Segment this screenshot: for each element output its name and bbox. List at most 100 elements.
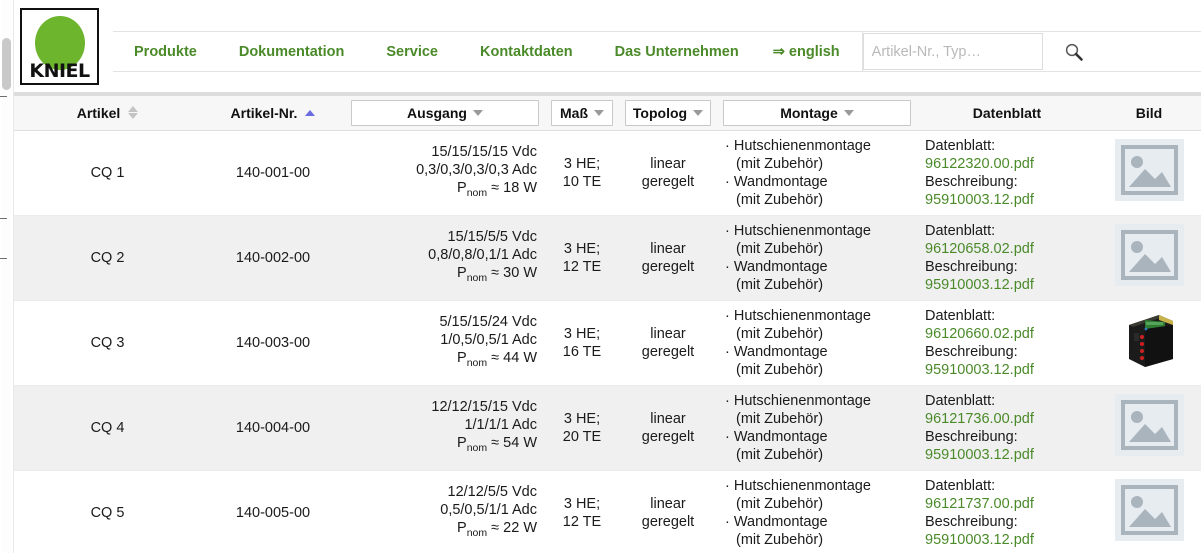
filter-label-mass: Maß bbox=[560, 104, 588, 121]
filter-label-ausgang: Ausgang bbox=[407, 104, 467, 121]
mass-line-1: 3 HE; bbox=[563, 240, 601, 257]
nav-item-dokumentation[interactable]: Dokumentation bbox=[239, 44, 345, 60]
montage-option-1-note: (mit Zubehör) bbox=[736, 410, 824, 427]
cell-mass: 3 HE; 12 TE bbox=[545, 470, 619, 553]
montage-option-2-note: (mit Zubehör) bbox=[736, 361, 824, 378]
beschreibung-pdf-link[interactable]: 95910003.12.pdf bbox=[925, 446, 1089, 464]
search-container bbox=[862, 33, 1043, 70]
scroll-marker bbox=[0, 218, 7, 219]
cell-topologie: linear geregelt bbox=[619, 130, 717, 216]
ausgang-power: Pnom ≈ 22 W bbox=[457, 520, 537, 539]
cell-topologie: linear geregelt bbox=[619, 300, 717, 386]
montage-option-1-note: (mit Zubehör) bbox=[736, 325, 824, 342]
ausgang-current: 0,3/0,3/0,3/0,3 Adc bbox=[416, 162, 537, 179]
column-header-artikel-nr[interactable]: Artikel-Nr. bbox=[201, 96, 345, 131]
search-input[interactable] bbox=[862, 33, 1043, 70]
nav-item-produkte[interactable]: Produkte bbox=[134, 44, 197, 60]
cell-montage: · Hutschienenmontage (mit Zubehör) · Wandm… bbox=[717, 470, 917, 553]
topologie-line-1: linear bbox=[650, 155, 686, 172]
montage-option-2-note: (mit Zubehör) bbox=[736, 276, 824, 293]
nav-item-service[interactable]: Service bbox=[386, 44, 438, 60]
filter-label-topologie: Topolog bbox=[632, 104, 688, 121]
filter-select-mass[interactable]: Maß bbox=[551, 99, 613, 126]
cell-ausgang: 15/15/15/15 Vdc 0,3/0,3/0,3/0,3 Adc Pnom ≈… bbox=[345, 130, 545, 216]
datenblatt-label: Datenblatt: bbox=[925, 137, 996, 154]
cell-bild[interactable] bbox=[1097, 215, 1201, 301]
datenblatt-label: Datenblatt: bbox=[925, 307, 996, 324]
cell-bild[interactable] bbox=[1097, 385, 1201, 471]
datenblatt-pdf-link[interactable]: 96120660.02.pdf bbox=[925, 325, 1089, 343]
chevron-down-icon bbox=[594, 109, 604, 116]
beschreibung-pdf-link[interactable]: 95910003.12.pdf bbox=[925, 191, 1089, 209]
nav-item-das-unternehmen[interactable]: Das Unternehmen bbox=[615, 44, 739, 60]
column-header-ausgang[interactable]: Ausgang bbox=[345, 96, 545, 131]
table-row: CQ 5 140-005-00 12/12/5/5 Vdc 0,5/0,5/1/1 A… bbox=[14, 470, 1201, 553]
column-header-topologie[interactable]: Topolog bbox=[619, 96, 717, 131]
datenblatt-pdf-link[interactable]: 96120658.02.pdf bbox=[925, 240, 1089, 258]
viewport-scrollbar[interactable] bbox=[0, 0, 14, 553]
sort-toggle-artikel-nr-icon[interactable] bbox=[305, 109, 316, 116]
ausgang-power: Pnom ≈ 54 W bbox=[457, 435, 537, 454]
datenblatt-pdf-link[interactable]: 96121737.00.pdf bbox=[925, 495, 1089, 513]
cell-montage: · Hutschienenmontage (mit Zubehör) · Wandm… bbox=[717, 215, 917, 301]
ausgang-voltage: 15/15/5/5 Vdc bbox=[447, 229, 538, 246]
ausgang-voltage: 12/12/5/5 Vdc bbox=[447, 484, 538, 501]
nav-language-english[interactable]: ⇒ english bbox=[773, 44, 840, 60]
datenblatt-pdf-link[interactable]: 96122320.00.pdf bbox=[925, 155, 1089, 173]
ausgang-power: Pnom ≈ 30 W bbox=[457, 265, 537, 284]
cell-ausgang: 15/15/5/5 Vdc 0,8/0,8/0,1/1 Adc Pnom ≈ 30 … bbox=[345, 215, 545, 301]
datenblatt-pdf-link[interactable]: 96121736.00.pdf bbox=[925, 410, 1089, 428]
table-row: CQ 1 140-001-00 15/15/15/15 Vdc 0,3/0,3/0,3… bbox=[14, 130, 1201, 216]
datenblatt-label: Datenblatt: bbox=[925, 222, 996, 239]
column-label-datenblatt: Datenblatt bbox=[972, 104, 1042, 121]
cell-datenblatt: Datenblatt: 96122320.00.pdf Beschreibung: 9… bbox=[917, 130, 1097, 216]
kniel-logo[interactable]: KNIEL bbox=[20, 8, 99, 85]
mass-line-1: 3 HE; bbox=[563, 325, 601, 342]
mass-line-2: 16 TE bbox=[562, 343, 602, 360]
beschreibung-label: Beschreibung: bbox=[925, 343, 1018, 360]
scrollbar-thumb[interactable] bbox=[2, 38, 11, 90]
beschreibung-pdf-link[interactable]: 95910003.12.pdf bbox=[925, 531, 1089, 549]
montage-option-2-note: (mit Zubehör) bbox=[736, 531, 824, 548]
cell-bild[interactable] bbox=[1097, 470, 1201, 553]
cell-bild[interactable] bbox=[1097, 300, 1201, 386]
column-header-mass[interactable]: Maß bbox=[545, 96, 619, 131]
sort-asc-icon bbox=[128, 106, 139, 113]
table-body: CQ 1 140-001-00 15/15/15/15 Vdc 0,3/0,3/0,3… bbox=[14, 130, 1201, 553]
filter-select-ausgang[interactable]: Ausgang bbox=[351, 99, 539, 126]
ausgang-power: Pnom ≈ 44 W bbox=[457, 350, 537, 369]
image-placeholder-icon bbox=[1114, 224, 1184, 286]
scroll-marker bbox=[0, 96, 7, 97]
filter-select-topologie[interactable]: Topolog bbox=[625, 99, 711, 126]
column-header-artikel[interactable]: Artikel bbox=[14, 96, 201, 131]
cell-artikel-nr-link[interactable]: 140-003-00 bbox=[201, 300, 345, 386]
cell-artikel-nr-link[interactable]: 140-004-00 bbox=[201, 385, 345, 471]
filter-select-montage[interactable]: Montage bbox=[723, 99, 911, 126]
sort-toggle-artikel-icon[interactable] bbox=[128, 106, 139, 120]
montage-option-2-note: (mit Zubehör) bbox=[736, 191, 824, 208]
mass-line-2: 20 TE bbox=[562, 428, 602, 445]
logo-wordmark: KNIEL bbox=[29, 60, 90, 82]
column-header-bild: Bild bbox=[1097, 96, 1201, 131]
nav-item-kontaktdaten[interactable]: Kontaktdaten bbox=[480, 44, 573, 60]
table-row: CQ 3 140-003-00 5/15/15/24 Vdc 1/0,5/0,5/1 … bbox=[14, 300, 1201, 386]
cell-bild[interactable] bbox=[1097, 130, 1201, 216]
product-table: Artikel Artikel-Nr. Ausgang Maß Topolog … bbox=[14, 96, 1201, 553]
cell-artikel-nr-link[interactable]: 140-002-00 bbox=[201, 215, 345, 301]
cell-artikel-nr-link[interactable]: 140-001-00 bbox=[201, 130, 345, 216]
montage-option-2: · Wandmontage bbox=[725, 343, 828, 360]
montage-option-2: · Wandmontage bbox=[725, 258, 828, 275]
beschreibung-pdf-link[interactable]: 95910003.12.pdf bbox=[925, 276, 1089, 294]
page-root: KNIEL Produkte Dokumentation Service Kon… bbox=[0, 0, 1201, 553]
cell-datenblatt: Datenblatt: 96120660.02.pdf Beschreibung: 9… bbox=[917, 300, 1097, 386]
beschreibung-pdf-link[interactable]: 95910003.12.pdf bbox=[925, 361, 1089, 379]
ausgang-voltage: 15/15/15/15 Vdc bbox=[431, 144, 537, 161]
cell-montage: · Hutschienenmontage (mit Zubehör) · Wandm… bbox=[717, 130, 917, 216]
montage-option-2: · Wandmontage bbox=[725, 428, 828, 445]
column-header-montage[interactable]: Montage bbox=[717, 96, 917, 131]
chevron-down-icon bbox=[472, 109, 483, 116]
montage-option-2: · Wandmontage bbox=[725, 513, 828, 530]
search-submit-button[interactable] bbox=[1061, 39, 1087, 65]
cell-artikel-nr-link[interactable]: 140-005-00 bbox=[201, 470, 345, 553]
ausgang-current: 0,8/0,8/0,1/1 Adc bbox=[428, 247, 537, 264]
